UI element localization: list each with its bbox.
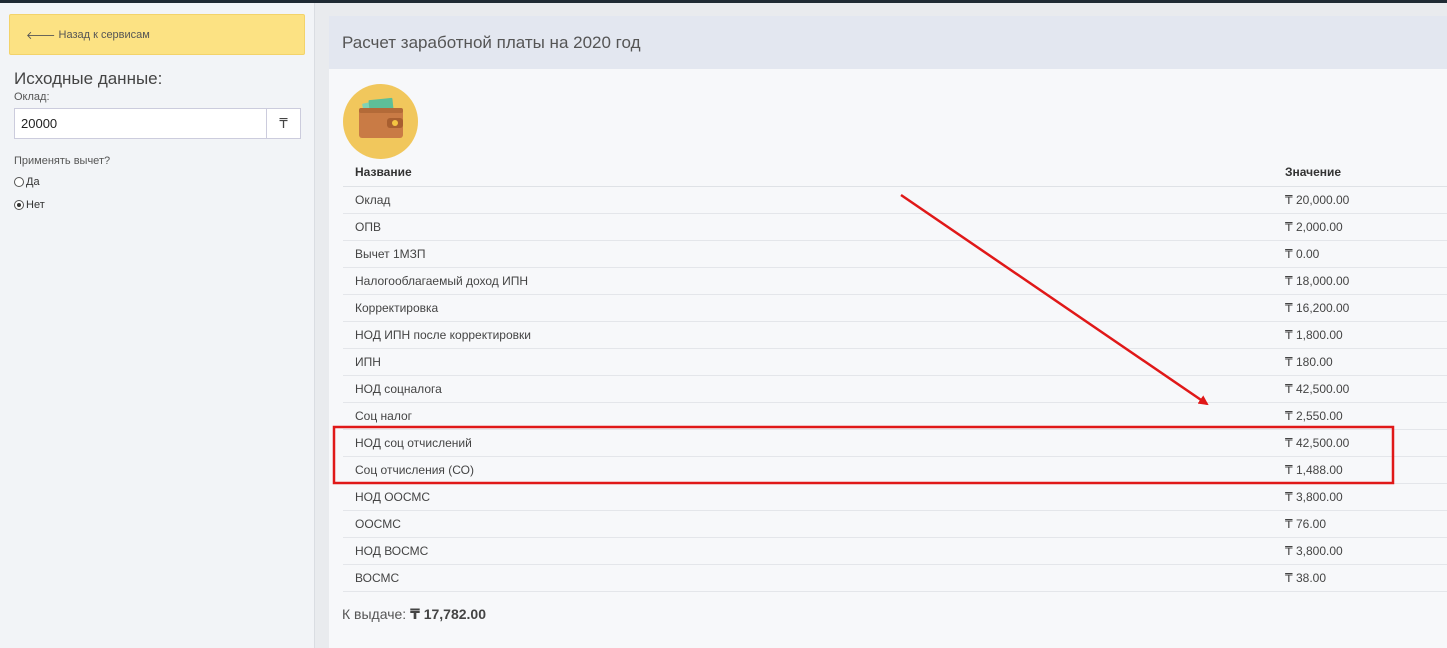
- total-payout: К выдаче: ₸ 17,782.00: [342, 606, 486, 623]
- row-value: ₸ 0.00: [1285, 240, 1447, 268]
- radio-yes-label: Да: [26, 176, 40, 188]
- row-value: ₸ 3,800.00: [1285, 537, 1447, 565]
- table-row: ООСМС ₸ 76.00: [343, 510, 1447, 538]
- row-value: ₸ 1,800.00: [1285, 321, 1447, 349]
- header-value: Значение: [1285, 159, 1447, 187]
- row-name: Налогооблагаемый доход ИПН: [343, 267, 1285, 295]
- row-name: НОД ВОСМС: [343, 537, 1285, 565]
- arrow-left-icon: 🡐: [26, 29, 56, 42]
- row-value: ₸ 2,000.00: [1285, 213, 1447, 241]
- table-row: Соц налог ₸ 2,550.00: [343, 402, 1447, 430]
- table-row: ВОСМС ₸ 38.00: [343, 564, 1447, 592]
- row-name: НОД соц отчислений: [343, 429, 1285, 457]
- header-name: Название: [343, 159, 1285, 187]
- radio-no-label: Нет: [26, 199, 45, 211]
- table-row: Корректировка ₸ 16,200.00: [343, 294, 1447, 322]
- radio-yes-circle[interactable]: [14, 177, 24, 187]
- row-value: ₸ 16,200.00: [1285, 294, 1447, 322]
- row-value: ₸ 180.00: [1285, 348, 1447, 376]
- row-name: Оклад: [343, 186, 1285, 214]
- back-to-services-button[interactable]: 🡐 Назад к сервисам: [9, 14, 305, 55]
- row-value: ₸ 20,000.00: [1285, 186, 1447, 214]
- salary-label: Оклад:: [14, 91, 50, 103]
- currency-addon: ₸: [266, 108, 301, 139]
- row-name: Корректировка: [343, 294, 1285, 322]
- panel-title: Расчет заработной платы на 2020 год: [329, 16, 1447, 69]
- wallet-icon: [343, 84, 418, 159]
- row-value: ₸ 1,488.00: [1285, 456, 1447, 484]
- radio-no[interactable]: Нет: [14, 199, 45, 211]
- table-row: НОД ИПН после корректировки ₸ 1,800.00: [343, 321, 1447, 349]
- table-row: НОД соцналога ₸ 42,500.00: [343, 375, 1447, 403]
- salary-input-group: 20000 ₸: [14, 108, 301, 139]
- row-value: ₸ 3,800.00: [1285, 483, 1447, 511]
- row-name: НОД ООСМС: [343, 483, 1285, 511]
- row-value: ₸ 76.00: [1285, 510, 1447, 538]
- row-name: НОД ИПН после корректировки: [343, 321, 1285, 349]
- row-name: ООСМС: [343, 510, 1285, 538]
- radio-yes[interactable]: Да: [14, 176, 40, 188]
- table-row: ИПН ₸ 180.00: [343, 348, 1447, 376]
- section-title: Исходные данные:: [14, 69, 163, 88]
- sidebar: 🡐 Назад к сервисам Исходные данные: Окла…: [0, 3, 315, 648]
- row-name: ВОСМС: [343, 564, 1285, 592]
- table-row: НОД соц отчислений ₸ 42,500.00: [343, 429, 1447, 457]
- row-name: Соц отчисления (СО): [343, 456, 1285, 484]
- row-value: ₸ 38.00: [1285, 564, 1447, 592]
- row-name: НОД соцналога: [343, 375, 1285, 403]
- row-value: ₸ 2,550.00: [1285, 402, 1447, 430]
- salary-input[interactable]: 20000: [14, 108, 266, 139]
- row-name: ИПН: [343, 348, 1285, 376]
- back-button-label: Назад к сервисам: [58, 28, 150, 41]
- table-row: НОД ООСМС ₸ 3,800.00: [343, 483, 1447, 511]
- table-row: НОД ВОСМС ₸ 3,800.00: [343, 537, 1447, 565]
- total-value: ₸ 17,782.00: [410, 606, 486, 622]
- table-row: Оклад ₸ 20,000.00: [343, 186, 1447, 214]
- total-label: К выдаче:: [342, 606, 407, 622]
- row-name: Соц налог: [343, 402, 1285, 430]
- radio-no-circle[interactable]: [14, 200, 24, 210]
- result-panel: Расчет заработной платы на 2020 год Назв…: [329, 16, 1447, 648]
- table-row: Вычет 1МЗП ₸ 0.00: [343, 240, 1447, 268]
- table-header-row: Название Значение: [343, 159, 1447, 187]
- row-name: ОПВ: [343, 213, 1285, 241]
- row-value: ₸ 42,500.00: [1285, 429, 1447, 457]
- row-name: Вычет 1МЗП: [343, 240, 1285, 268]
- salary-table: Название Значение Оклад ₸ 20,000.00 ОПВ ₸ …: [343, 159, 1447, 592]
- table-row: Соц отчисления (СО) ₸ 1,488.00: [343, 456, 1447, 484]
- table-row: Налогооблагаемый доход ИПН ₸ 18,000.00: [343, 267, 1447, 295]
- row-value: ₸ 18,000.00: [1285, 267, 1447, 295]
- row-value: ₸ 42,500.00: [1285, 375, 1447, 403]
- table-row: ОПВ ₸ 2,000.00: [343, 213, 1447, 241]
- deduction-question: Применять вычет?: [14, 155, 111, 167]
